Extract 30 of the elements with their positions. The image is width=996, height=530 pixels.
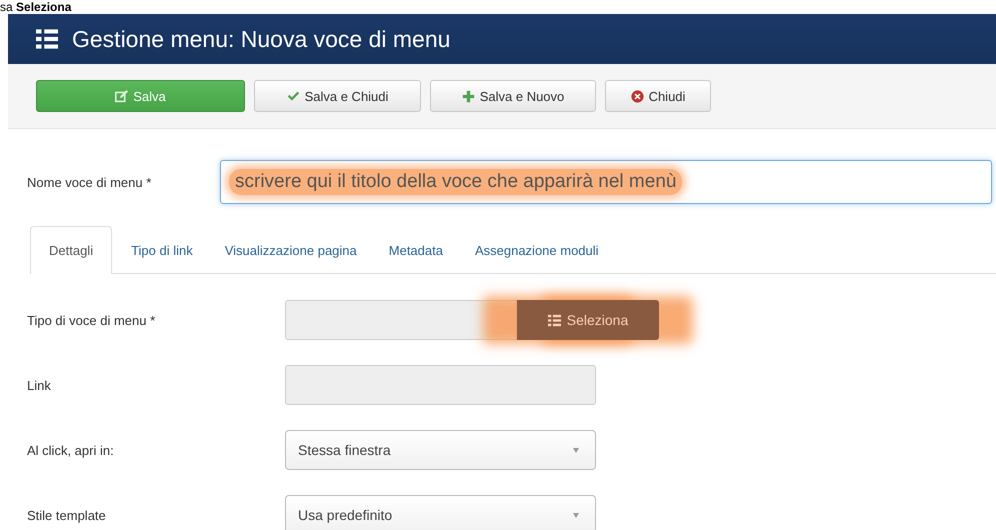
save-new-button[interactable]: Salva e Nuovo [430, 80, 596, 112]
list-icon [548, 314, 561, 326]
field-label: Tipo di voce di menu * [27, 312, 156, 328]
close-button[interactable]: Chiudi [605, 80, 711, 112]
check-icon [286, 90, 300, 102]
field-label: Link [27, 378, 52, 392]
field-label: Stile template [27, 508, 107, 522]
page-title: Gestione menu: Nuova voce di menu [72, 26, 450, 52]
tab[interactable]: Tipo di link [118, 226, 206, 273]
close-circle-icon [630, 90, 644, 102]
input-value: scrivere qui il titolo della voce che apparirà nel menù [229, 169, 682, 195]
caret-icon [573, 448, 579, 452]
input-field[interactable] [285, 300, 517, 340]
caption-text: sa Seleziona [0, 0, 72, 14]
list-icon [36, 28, 58, 50]
field-label: Nome voce di menu * [27, 174, 152, 190]
edit-icon [115, 90, 128, 102]
input-field[interactable]: scrivere qui il titolo della voce che apparirà nel menù [220, 160, 992, 204]
caret-icon [573, 512, 579, 518]
dropdown[interactable]: Usa predefinito [285, 495, 596, 530]
select-button[interactable]: Seleziona [517, 300, 659, 340]
plus-icon [462, 90, 475, 102]
tab[interactable]: Dettagli [30, 226, 112, 274]
tab[interactable]: Metadata [376, 226, 456, 273]
input-field[interactable] [285, 365, 596, 405]
save-close-button[interactable]: Salva e Chiudi [254, 80, 421, 112]
tab[interactable]: Visualizzazione pagina [212, 226, 370, 273]
dropdown[interactable]: Stessa finestra [285, 430, 596, 470]
tab[interactable]: Assegnazione moduli [462, 226, 612, 273]
field-label: Al click, apri in: [27, 442, 115, 458]
